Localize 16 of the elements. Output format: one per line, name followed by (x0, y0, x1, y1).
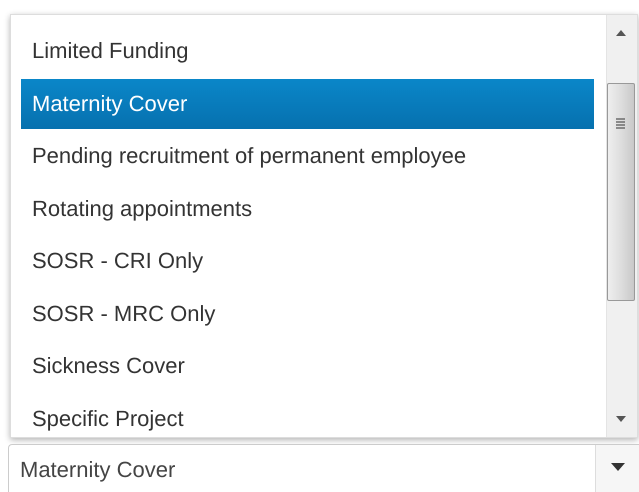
select-field[interactable]: Maternity Cover (8, 444, 639, 492)
scrollbar[interactable] (606, 15, 637, 437)
grip-icon (615, 117, 626, 129)
selected-value: Maternity Cover (19, 456, 176, 484)
dropdown-option[interactable]: Maternity Cover (21, 78, 594, 128)
dropdown-option[interactable]: Specific Project (21, 392, 594, 437)
scroll-up-icon[interactable] (615, 29, 627, 37)
scroll-down-icon[interactable] (615, 415, 627, 423)
dropdown-option[interactable]: SOSR - MRC Only (21, 288, 594, 340)
scroll-thumb[interactable] (607, 83, 635, 301)
dropdown-option[interactable]: Limited Funding (21, 25, 594, 78)
dropdown-option[interactable]: SOSR - CRI Only (21, 235, 594, 288)
dropdown-option[interactable]: Sickness Cover (21, 340, 594, 392)
dropdown-option[interactable]: Rotating appointments (21, 182, 594, 235)
caret-icon[interactable] (610, 463, 624, 471)
dropdown-option[interactable]: Pending recruitment of permanent employee (21, 130, 594, 182)
